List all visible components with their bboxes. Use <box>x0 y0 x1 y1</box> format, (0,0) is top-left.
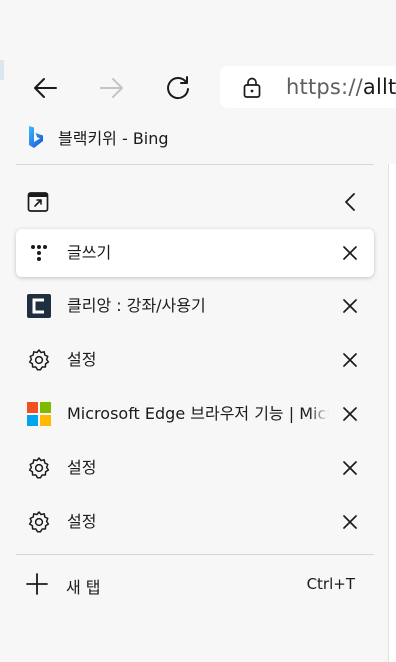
refresh-icon <box>167 76 189 100</box>
url-text: https://allt <box>286 75 396 99</box>
close-icon <box>343 353 357 367</box>
chevron-left-icon <box>345 193 355 211</box>
tab-title: 클리앙 : 강좌/사용기 <box>67 296 206 315</box>
address-bar[interactable]: https://allt <box>220 66 396 108</box>
microsoft-logo-icon <box>27 402 51 426</box>
close-icon <box>343 407 357 421</box>
back-button[interactable] <box>27 70 63 106</box>
tab-title: 설정 <box>67 350 97 369</box>
favorite-label: 블랙키위 - Bing <box>58 129 169 148</box>
close-tab-button[interactable] <box>338 348 362 372</box>
panel-header <box>0 180 388 224</box>
tab-title: Microsoft Edge 브라우저 기능 | Microsoft <box>67 404 329 423</box>
panel-pin-button[interactable] <box>27 191 51 215</box>
clien-logo-icon <box>27 294 51 318</box>
close-icon <box>343 515 357 529</box>
close-tab-button[interactable] <box>338 241 362 265</box>
panel-pin-icon <box>27 192 49 212</box>
arrow-right-icon <box>100 78 123 98</box>
lock-icon[interactable] <box>242 77 262 99</box>
close-tab-button[interactable] <box>338 456 362 480</box>
gear-icon <box>27 456 51 480</box>
bing-icon <box>29 126 43 148</box>
plus-icon <box>26 573 48 595</box>
refresh-button[interactable] <box>160 70 196 106</box>
close-icon <box>343 299 357 313</box>
new-tab-label: 새 탭 <box>66 578 101 597</box>
dots-app-icon <box>27 241 51 265</box>
close-icon <box>343 461 357 475</box>
new-tab-button[interactable]: 새 탭 Ctrl+T <box>16 562 374 608</box>
new-tab-divider <box>16 554 374 555</box>
panel-top-divider <box>16 164 374 165</box>
browser-toolbar: https://allt <box>0 60 396 116</box>
collapse-panel-button[interactable] <box>339 190 363 214</box>
tab-item-clien[interactable]: 클리앙 : 강좌/사용기 <box>16 282 374 330</box>
tab-title: 설정 <box>67 512 97 531</box>
forward-button[interactable] <box>94 70 130 106</box>
tab-item-settings[interactable]: 설정 <box>16 498 374 546</box>
favorites-bar: 블랙키위 - Bing <box>0 116 396 156</box>
close-tab-button[interactable] <box>338 402 362 426</box>
tab-item-writing[interactable]: 글쓰기 <box>16 229 374 277</box>
gear-icon <box>27 510 51 534</box>
close-icon <box>343 246 357 260</box>
page-content-edge <box>388 164 396 662</box>
tab-title: 설정 <box>67 458 97 477</box>
close-tab-button[interactable] <box>338 510 362 534</box>
tab-item-settings[interactable]: 설정 <box>16 444 374 492</box>
arrow-left-icon <box>34 78 57 98</box>
close-tab-button[interactable] <box>338 294 362 318</box>
tab-title: 글쓰기 <box>67 243 112 262</box>
new-tab-shortcut: Ctrl+T <box>306 575 355 593</box>
gear-icon <box>27 348 51 372</box>
tab-item-edge-features[interactable]: Microsoft Edge 브라우저 기능 | Microsoft <box>16 390 374 438</box>
tab-item-settings[interactable]: 설정 <box>16 336 374 384</box>
window-titlebar <box>0 0 396 60</box>
favorite-item-bing[interactable]: 블랙키위 - Bing <box>26 124 169 150</box>
